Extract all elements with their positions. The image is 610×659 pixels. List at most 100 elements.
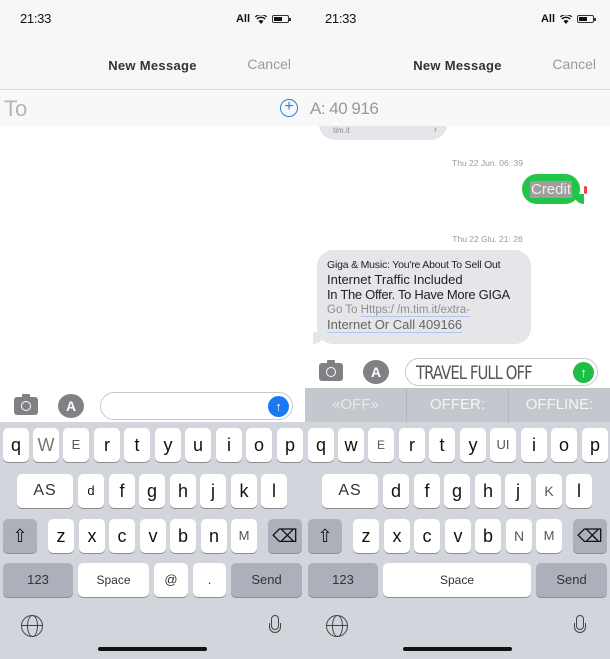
message-line: Internet Traffic Included [327,272,463,287]
app-store-icon[interactable]: A [58,394,84,418]
key[interactable]: d [383,474,409,508]
key[interactable]: f [414,474,440,508]
incoming-bubble[interactable]: Giga & Music: You're About To Sell Out I… [313,250,531,344]
key[interactable]: l [566,474,592,508]
key[interactable]: K [536,474,562,508]
suggestion[interactable]: OFFLINE: [509,388,610,422]
message-input[interactable]: TRAVEL FULL OFF ↑ [405,358,598,386]
status-time: 21:33 [325,11,357,26]
key[interactable]: UI [490,428,516,462]
period-key[interactable]: . [193,563,226,597]
microphone-icon[interactable] [574,615,586,637]
numbers-key[interactable]: 123 [308,563,378,597]
key[interactable]: AS [17,474,73,508]
key[interactable]: M [231,519,257,553]
suggestion[interactable]: OFFER: [407,388,509,422]
shift-key[interactable]: ⇧ [308,519,342,553]
key[interactable]: t [124,428,150,462]
send-key[interactable]: Send [231,563,302,597]
key[interactable]: h [170,474,196,508]
home-indicator [98,647,207,651]
key[interactable]: t [429,428,455,462]
message-text: Go To [327,304,361,316]
key[interactable]: h [475,474,501,508]
backspace-key[interactable]: ⌫ [268,519,302,553]
key[interactable]: y [460,428,486,462]
shift-icon: ⇧ [12,526,28,546]
key[interactable]: i [216,428,242,462]
key[interactable]: z [353,519,379,553]
key[interactable]: i [521,428,547,462]
keyboard-row-4: 123 Space Send [305,563,610,597]
key[interactable]: v [445,519,471,553]
incoming-bubble-link[interactable]: tim.it › [319,126,447,140]
suggestion[interactable]: «OFF» [305,388,407,422]
key[interactable]: r [94,428,120,462]
home-indicator [403,647,512,651]
shift-key[interactable]: ⇧ [3,519,37,553]
key[interactable]: f [109,474,135,508]
key[interactable]: p [277,428,303,462]
key[interactable]: E [63,428,89,462]
key[interactable]: W [33,428,59,462]
key[interactable]: k [231,474,257,508]
globe-icon[interactable] [326,615,348,637]
message-link-continued[interactable]: Internet Or Call 409166 [327,317,463,333]
key[interactable]: x [384,519,410,553]
at-key[interactable]: @ [154,563,188,597]
to-field[interactable]: To + [0,90,305,126]
microphone-icon[interactable] [269,615,281,637]
key[interactable]: g [139,474,165,508]
key[interactable]: z [48,519,74,553]
add-contact-button[interactable]: + [280,99,298,117]
key[interactable]: b [170,519,196,553]
key[interactable]: AS [322,474,378,508]
numbers-key[interactable]: 123 [3,563,73,597]
key[interactable]: u [185,428,211,462]
key[interactable]: b [475,519,501,553]
message-link[interactable]: Https:/ /m.tim.it/extra- [360,304,470,317]
key[interactable]: y [155,428,181,462]
keyboard-row-3: ⇧ z x c v b n M ⌫ [0,519,305,553]
cancel-button[interactable]: Cancel [247,56,291,72]
key[interactable]: p [582,428,608,462]
key[interactable]: o [246,428,272,462]
key[interactable]: j [200,474,226,508]
timestamp: Thu 22 Jun. 06: 39 [452,158,523,168]
globe-icon[interactable] [21,615,43,637]
cancel-button[interactable]: Cancel [552,56,596,72]
key[interactable]: q [308,428,334,462]
key[interactable]: g [444,474,470,508]
key[interactable]: r [399,428,425,462]
key[interactable]: l [261,474,287,508]
to-field[interactable]: A: 40 916 [305,90,610,126]
keyboard: q W E r t y u i o p AS d f g h j k l ⇧ z… [0,422,305,659]
status-time: 21:33 [20,11,52,26]
send-arrow-button[interactable]: ↑ [573,362,594,383]
send-arrow-button[interactable]: ↑ [268,396,289,417]
outgoing-bubble[interactable]: Credit [521,174,585,204]
key[interactable]: E [368,428,394,462]
app-store-icon[interactable]: A [363,360,389,384]
key[interactable]: c [109,519,135,553]
backspace-key[interactable]: ⌫ [573,519,607,553]
key[interactable]: M [536,519,562,553]
key[interactable]: d [78,474,104,508]
key[interactable]: N [506,519,532,553]
key[interactable]: j [505,474,531,508]
send-key[interactable]: Send [536,563,607,597]
space-key[interactable]: Space [383,563,531,597]
battery-icon [272,15,291,23]
key[interactable]: c [414,519,440,553]
key[interactable]: x [79,519,105,553]
camera-icon[interactable] [319,360,343,381]
key[interactable]: w [338,428,364,462]
space-key[interactable]: Space [78,563,149,597]
keyboard-row-1: q W E r t y u i o p [0,428,305,462]
camera-icon[interactable] [14,394,38,415]
key[interactable]: v [140,519,166,553]
key[interactable]: n [201,519,227,553]
key[interactable]: o [551,428,577,462]
key[interactable]: q [3,428,29,462]
message-input[interactable]: ↑ [100,392,293,420]
